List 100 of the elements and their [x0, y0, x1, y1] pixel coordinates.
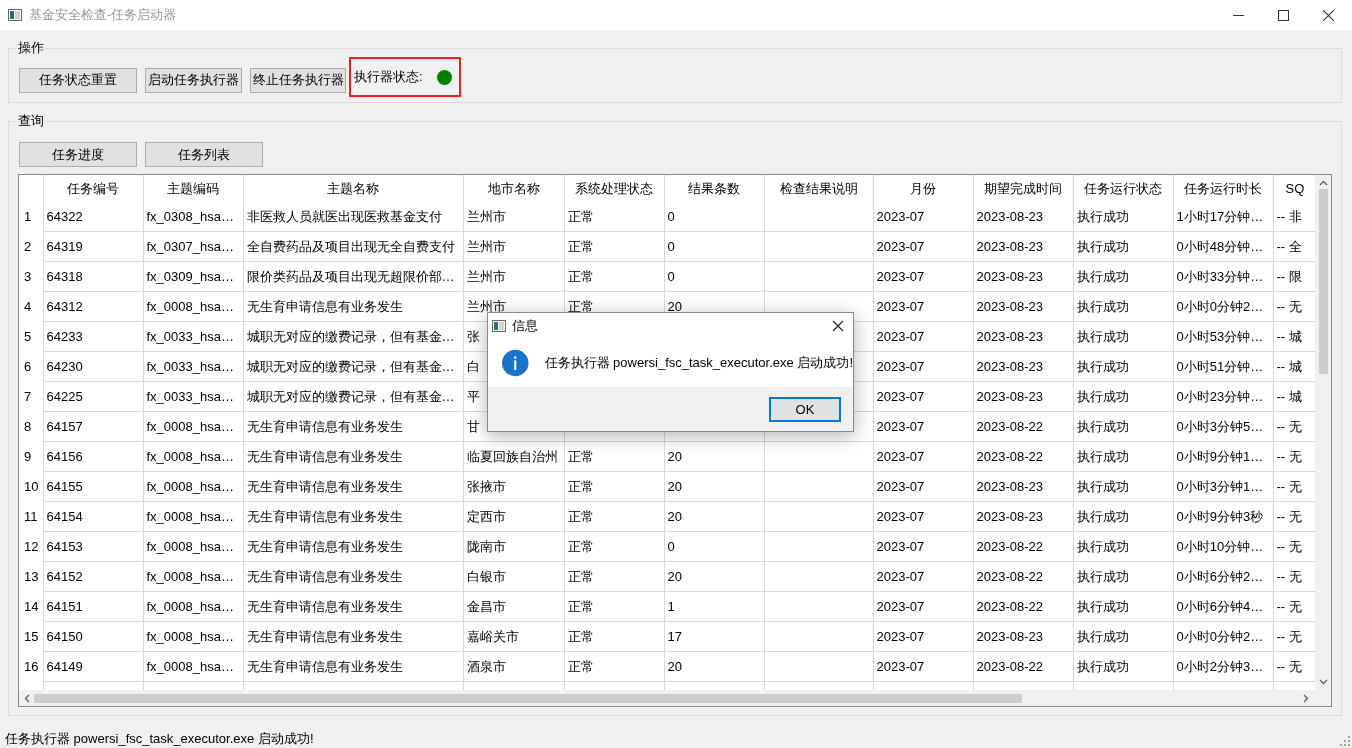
table-cell: 无生育申请信息有业务发生: [243, 501, 463, 532]
table-cell: 白银市: [463, 561, 564, 592]
stop-executor-button[interactable]: 终止任务执行器: [250, 67, 346, 93]
column-header[interactable]: 系统处理状态: [564, 175, 664, 202]
table-cell: 正常: [564, 501, 664, 532]
table-cell: 无生育申请信息有业务发生: [243, 621, 463, 652]
table-cell: 0小时23分钟…: [1173, 381, 1273, 412]
table-cell: 嘉峪关市: [463, 621, 564, 652]
table-cell: 城职无对应的缴费记录，但有基金…: [243, 381, 463, 412]
column-header[interactable]: 月份: [873, 175, 973, 202]
table-cell: 执行成功: [1073, 561, 1173, 592]
table-cell: 0小时33分钟…: [1173, 261, 1273, 292]
table-cell: fx_0008_hsa…: [143, 651, 243, 682]
table-cell: 执行成功: [1073, 321, 1173, 352]
table-cell: 兰州市: [463, 202, 564, 232]
table-cell: 兰州市: [463, 231, 564, 262]
table-cell: 执行成功: [1073, 202, 1173, 232]
table-cell: 无生育申请信息有业务发生: [243, 651, 463, 682]
table-cell: 执行成功: [1073, 441, 1173, 472]
table-cell: 金昌市: [463, 591, 564, 622]
table-cell: 2023-07: [873, 441, 973, 472]
row-number: 15: [19, 621, 43, 652]
window-title: 基金安全检查-任务启动器: [29, 6, 177, 24]
row-number: 9: [19, 441, 43, 472]
table-cell: 0小时9分钟3秒: [1173, 501, 1273, 532]
table-cell: 1小时17分钟…: [1173, 202, 1273, 232]
maximize-icon[interactable]: [1278, 9, 1289, 21]
column-header[interactable]: 主题编码: [143, 175, 243, 202]
horizontal-scrollbar-thumb[interactable]: [34, 693, 1022, 703]
table-cell: 2023-08-23: [973, 621, 1073, 652]
table-cell: 17: [664, 621, 764, 652]
table-cell: 0小时0分钟2…: [1173, 291, 1273, 322]
task-progress-button[interactable]: 任务进度: [19, 142, 137, 167]
task-list-button[interactable]: 任务列表: [145, 142, 263, 167]
column-header[interactable]: 任务编号: [43, 175, 143, 202]
table-cell: fx_0008_hsa…: [143, 591, 243, 622]
table-cell: 执行成功: [1073, 261, 1173, 292]
table-cell: 0小时6分钟4…: [1173, 591, 1273, 622]
table-cell: fx_0008_hsa…: [143, 291, 243, 322]
table-cell: 64225: [43, 381, 143, 412]
table-cell: 2023-07: [873, 261, 973, 292]
column-header[interactable]: 任务运行状态: [1073, 175, 1173, 202]
app-icon: [492, 320, 506, 332]
table-cell: 0小时0分钟2…: [1173, 621, 1273, 652]
table-cell: 64154: [43, 501, 143, 532]
table-cell: 0: [664, 261, 764, 292]
table-cell: 正常: [564, 231, 664, 262]
info-icon: [502, 348, 529, 378]
row-number: 5: [19, 321, 43, 352]
scroll-down-icon[interactable]: [1318, 679, 1328, 685]
table-cell: 2023-07: [873, 651, 973, 682]
table-cell: 20: [664, 651, 764, 682]
table-cell: fx_0008_hsa…: [143, 561, 243, 592]
table-cell: 2023-07: [873, 471, 973, 502]
table-cell: 0: [664, 231, 764, 262]
table-cell: 定西市: [463, 501, 564, 532]
table-cell: 无生育申请信息有业务发生: [243, 291, 463, 322]
table-cell: 正常: [564, 591, 664, 622]
table-cell: 2023-08-23: [973, 321, 1073, 352]
table-cell: 2023-07: [873, 501, 973, 532]
row-number: 4: [19, 291, 43, 322]
row-number: 16: [19, 651, 43, 682]
table-cell: 0小时2分钟3…: [1173, 651, 1273, 682]
group-title: 操作: [17, 39, 45, 57]
row-number: 2: [19, 231, 43, 262]
table-cell: 2023-08-22: [973, 441, 1073, 472]
table-cell: 正常: [564, 202, 664, 232]
table-cell: 无生育申请信息有业务发生: [243, 471, 463, 502]
table-cell: 正常: [564, 441, 664, 472]
table-cell: 2023-07: [873, 231, 973, 262]
table-cell: 0: [664, 531, 764, 562]
scroll-up-icon[interactable]: [1318, 180, 1328, 186]
table-cell: 执行成功: [1073, 231, 1173, 262]
start-executor-button[interactable]: 启动任务执行器: [145, 67, 242, 93]
table-cell: 2023-08-22: [973, 561, 1073, 592]
table-cell: 64155: [43, 471, 143, 502]
row-number: 14: [19, 591, 43, 622]
table-cell: 2023-08-23: [973, 231, 1073, 262]
ok-button[interactable]: OK: [769, 396, 841, 422]
column-header[interactable]: 主题名称: [243, 175, 463, 202]
table-cell: fx_0033_hsa…: [143, 351, 243, 382]
table-cell: fx_0008_hsa…: [143, 441, 243, 472]
column-header[interactable]: 检查结果说明: [764, 175, 873, 202]
table-cell: 64318: [43, 261, 143, 292]
table-cell: 2023-07: [873, 561, 973, 592]
close-icon[interactable]: [1323, 9, 1334, 21]
row-number: 10: [19, 471, 43, 502]
table-cell: 正常: [564, 471, 664, 502]
close-icon[interactable]: [832, 320, 844, 332]
table-cell: 2023-07: [873, 621, 973, 652]
column-header[interactable]: 期望完成时间: [973, 175, 1073, 202]
column-header[interactable]: 结果条数: [664, 175, 764, 202]
column-header[interactable]: 任务运行时长: [1173, 175, 1273, 202]
vertical-scrollbar-thumb[interactable]: [1318, 189, 1328, 374]
scroll-right-icon[interactable]: [1303, 693, 1309, 703]
scroll-left-icon[interactable]: [24, 693, 30, 703]
table-cell: fx_0008_hsa…: [143, 501, 243, 532]
column-header[interactable]: 地市名称: [463, 175, 564, 202]
reset-status-button[interactable]: 任务状态重置: [19, 67, 137, 93]
resize-grip-icon[interactable]: [1340, 736, 1350, 746]
